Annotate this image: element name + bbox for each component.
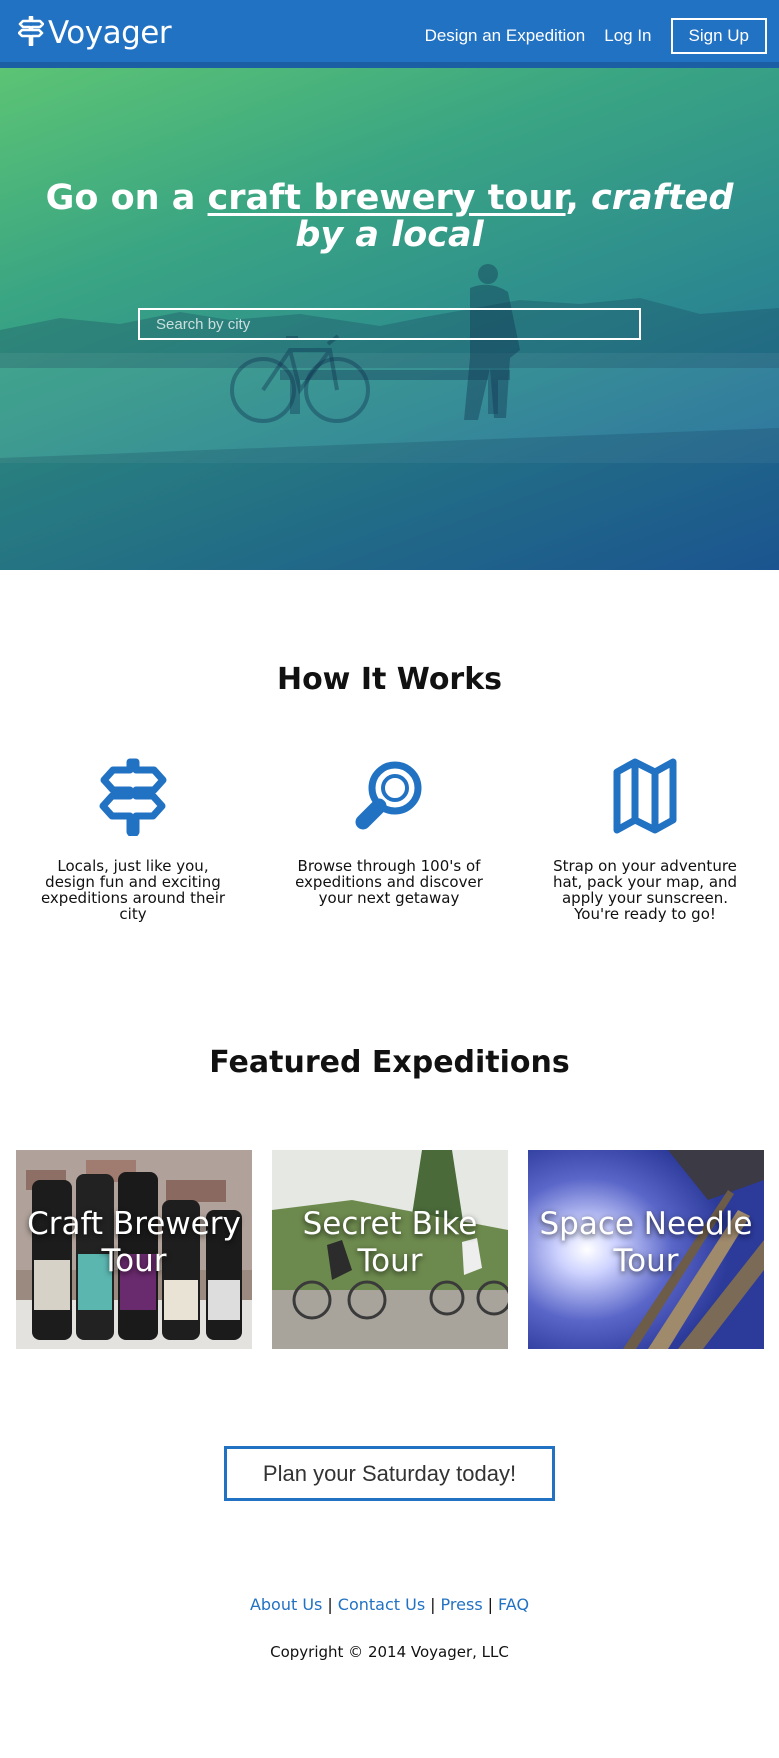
how-step-locals: Locals, just like you, design fun and ex… — [18, 756, 248, 922]
hero-tour-link[interactable]: craft brewery tour — [208, 178, 566, 218]
copyright-text: Copyright © 2014 Voyager, LLC — [270, 1643, 509, 1661]
footer-contact-link[interactable]: Contact Us — [338, 1595, 425, 1614]
signpost-icon — [18, 756, 248, 836]
signpost-logo-icon — [17, 15, 45, 50]
expedition-card-space-needle[interactable]: Space Needle Tour — [528, 1150, 764, 1349]
brand-logo-link[interactable]: Voyager — [17, 14, 172, 51]
footer-separator: | — [430, 1595, 436, 1614]
footer-about-link[interactable]: About Us — [250, 1595, 322, 1614]
footer-press-link[interactable]: Press — [441, 1595, 483, 1614]
featured-expeditions-title: Featured Expeditions — [209, 1045, 570, 1080]
expedition-card-bike[interactable]: Secret Bike Tour — [272, 1150, 508, 1349]
top-navbar: Voyager Design an Expedition Log In Sign… — [0, 0, 779, 68]
map-icon — [530, 756, 760, 836]
footer-separator: | — [327, 1595, 333, 1614]
expedition-card-brewery[interactable]: Craft Brewery Tour — [16, 1150, 252, 1349]
plan-saturday-button[interactable]: Plan your Saturday today! — [224, 1446, 555, 1501]
footer-links: About Us | Contact Us | Press | FAQ — [0, 1595, 779, 1614]
brand-name: Voyager — [48, 14, 172, 51]
how-step-text: Browse through 100's of expeditions and … — [295, 857, 483, 907]
design-expedition-link[interactable]: Design an Expedition — [425, 26, 586, 46]
hero-headline-comma: , — [565, 178, 579, 218]
card-title: Space Needle Tour — [539, 1206, 753, 1279]
how-it-works-title: How It Works — [276, 662, 503, 697]
how-step-text: Locals, just like you, design fun and ex… — [40, 857, 226, 923]
hero-headline: Go on a craft brewery tour, crafted by a… — [30, 180, 749, 254]
login-link[interactable]: Log In — [604, 26, 651, 46]
magnifier-icon — [274, 756, 504, 836]
card-title: Secret Bike Tour — [302, 1206, 478, 1279]
how-step-browse: Browse through 100's of expeditions and … — [274, 756, 504, 906]
footer-faq-link[interactable]: FAQ — [498, 1595, 529, 1614]
hero-headline-prefix: Go on a — [45, 178, 208, 218]
hero-banner: Go on a craft brewery tour, crafted by a… — [0, 68, 779, 570]
card-title: Craft Brewery Tour — [27, 1206, 241, 1279]
footer-separator: | — [487, 1595, 494, 1614]
how-step-text: Strap on your adventure hat, pack your m… — [552, 857, 738, 923]
city-search-input[interactable] — [138, 308, 641, 340]
nav-links: Design an Expedition Log In Sign Up — [425, 18, 767, 54]
signup-button[interactable]: Sign Up — [670, 18, 767, 54]
how-step-go: Strap on your adventure hat, pack your m… — [530, 756, 760, 922]
